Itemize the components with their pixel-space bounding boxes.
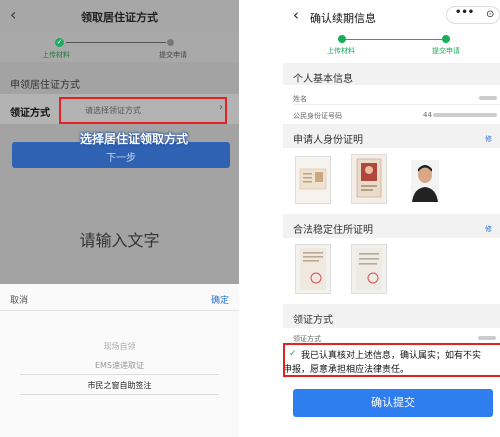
step-pending-dot: [167, 39, 174, 46]
collection-method-label: 领证方式: [10, 108, 50, 119]
input-hint-text: 请输入文字: [79, 231, 160, 250]
page-title: 确认续期信息: [310, 12, 376, 25]
picker-selection-line-bottom: [20, 394, 219, 395]
step-connector: [66, 42, 166, 43]
picker-option-ems[interactable]: EMS速递取证: [0, 360, 239, 371]
step-done-check-icon: ✓: [55, 38, 64, 47]
residence-contract-thumbnail[interactable]: [351, 244, 387, 294]
section-label: 申领居住证方式: [10, 80, 80, 91]
step-connector: [346, 39, 442, 40]
sheet-divider: [0, 310, 239, 311]
picker-selection-line-top: [20, 374, 219, 375]
step-current-dot: [442, 35, 450, 43]
confirm-submit-button[interactable]: 确认提交: [293, 389, 493, 417]
back-icon[interactable]: ‹: [293, 8, 299, 23]
page-title: 领取居住证方式: [81, 11, 158, 24]
confirm-button[interactable]: 确定: [211, 293, 229, 306]
blurred-value: [479, 96, 497, 100]
highlight-box: [59, 97, 227, 124]
id-card-front-thumbnail[interactable]: [295, 156, 331, 204]
next-button-label: 下一步: [106, 153, 136, 164]
step-label-upload: 上传材料: [327, 47, 355, 55]
picker-option-self-service[interactable]: 市民之窗自助签注: [0, 380, 239, 391]
field-label-id-number: 公民身份证号码: [293, 112, 342, 120]
cancel-button[interactable]: 取消: [10, 293, 28, 306]
edit-link[interactable]: 修: [485, 224, 492, 234]
step-done-dot: [338, 35, 346, 43]
id-number-prefix: 44: [423, 111, 432, 119]
section-title-identity-proof: 申请人身份证明: [293, 135, 363, 146]
section-title-collection: 领证方式: [293, 315, 333, 326]
blurred-id-value: [433, 113, 497, 117]
progress-steps: [0, 32, 239, 62]
section-title-basic-info: 个人基本信息: [293, 74, 353, 85]
annotation-caption: 选择居住证领取方式: [80, 132, 189, 146]
id-card-back-thumbnail[interactable]: [351, 154, 387, 204]
step-label-upload: 上传材料: [42, 51, 70, 59]
edit-link[interactable]: 修: [485, 134, 492, 144]
field-label-name: 姓名: [293, 95, 307, 103]
step-label-submit: 提交申请: [432, 47, 460, 55]
residence-document-thumbnail[interactable]: [295, 244, 331, 294]
blurred-value: [478, 336, 496, 340]
highlight-box: [283, 343, 500, 377]
applicant-photo-thumbnail[interactable]: [407, 158, 443, 204]
right-phone-screen: ‹ 确认续期信息 ••• ⊙ 上传材料 提交申请 个人基本信息 姓名 公民身份证…: [283, 0, 500, 437]
step-label-submit: 提交申请: [159, 51, 187, 59]
left-phone-screen: ‹ 领取居住证方式 ✓ 上传材料 提交申请 申领居住证方式 领证方式 请选择领证…: [0, 0, 239, 437]
picker-option-on-site[interactable]: 现场自领: [0, 341, 239, 352]
more-dots-icon[interactable]: •••: [455, 7, 474, 18]
close-circle-icon[interactable]: ⊙: [486, 9, 494, 20]
section-title-residence-proof: 合法稳定住所证明: [293, 225, 373, 236]
field-divider: [293, 104, 500, 105]
